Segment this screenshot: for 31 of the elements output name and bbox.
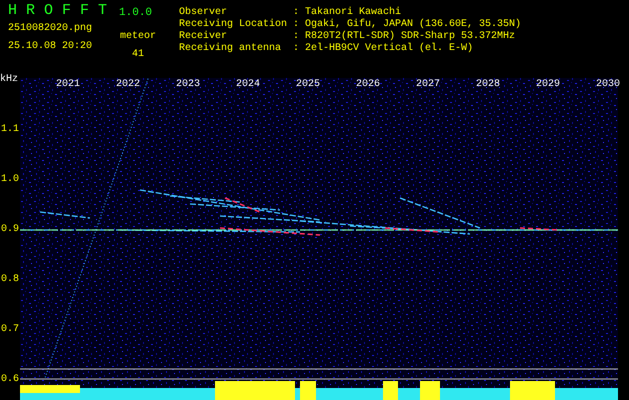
info-value: : 2el-HB9CV Vertical (el. E-W) bbox=[293, 43, 474, 55]
axis-label: 1.1 bbox=[1, 124, 20, 136]
timestamp: 25.10.08 20:20 bbox=[8, 41, 94, 53]
axis-label: 2023 bbox=[176, 79, 200, 91]
meteor-label: meteor bbox=[120, 31, 156, 43]
info-value: : R820T2(RTL-SDR) SDR-Sharp 53.372MHz bbox=[293, 31, 516, 42]
info-value: : Takanori Kawachi bbox=[293, 7, 402, 18]
axis-label: 2030 bbox=[596, 79, 620, 91]
app-version: 1.0.0 bbox=[119, 7, 152, 19]
info-label: Receiving Location bbox=[179, 19, 288, 30]
axis-label: 2026 bbox=[356, 79, 380, 91]
info-label: Receiving antenna bbox=[179, 43, 282, 55]
axis-label: 2024 bbox=[236, 79, 260, 91]
axis-label: 2022 bbox=[116, 79, 140, 91]
axis-label: 0.6 bbox=[1, 374, 20, 386]
axis-unit: kHz bbox=[0, 74, 18, 86]
axis-label: 2029 bbox=[536, 79, 560, 91]
axis-label: 2027 bbox=[416, 79, 440, 91]
info-label: Observer bbox=[179, 7, 228, 18]
axis-label: 0.9 bbox=[1, 224, 20, 236]
file-name: 2510082020.png bbox=[8, 23, 94, 35]
info-value: : Ogaki, Gifu, JAPAN (136.60E, 35.35N) bbox=[293, 19, 522, 30]
axis-label: 1.0 bbox=[1, 174, 20, 186]
axis-label: 0.8 bbox=[1, 274, 20, 286]
axis-label: 0.7 bbox=[1, 324, 20, 336]
axis-label: 2021 bbox=[56, 79, 80, 91]
app-name: H R O F F T bbox=[8, 3, 108, 19]
info-label: Receiver bbox=[179, 31, 228, 42]
axis-label: 2025 bbox=[296, 79, 320, 91]
axis-label: 2028 bbox=[476, 79, 500, 91]
meteor-count: 41 bbox=[132, 49, 144, 61]
